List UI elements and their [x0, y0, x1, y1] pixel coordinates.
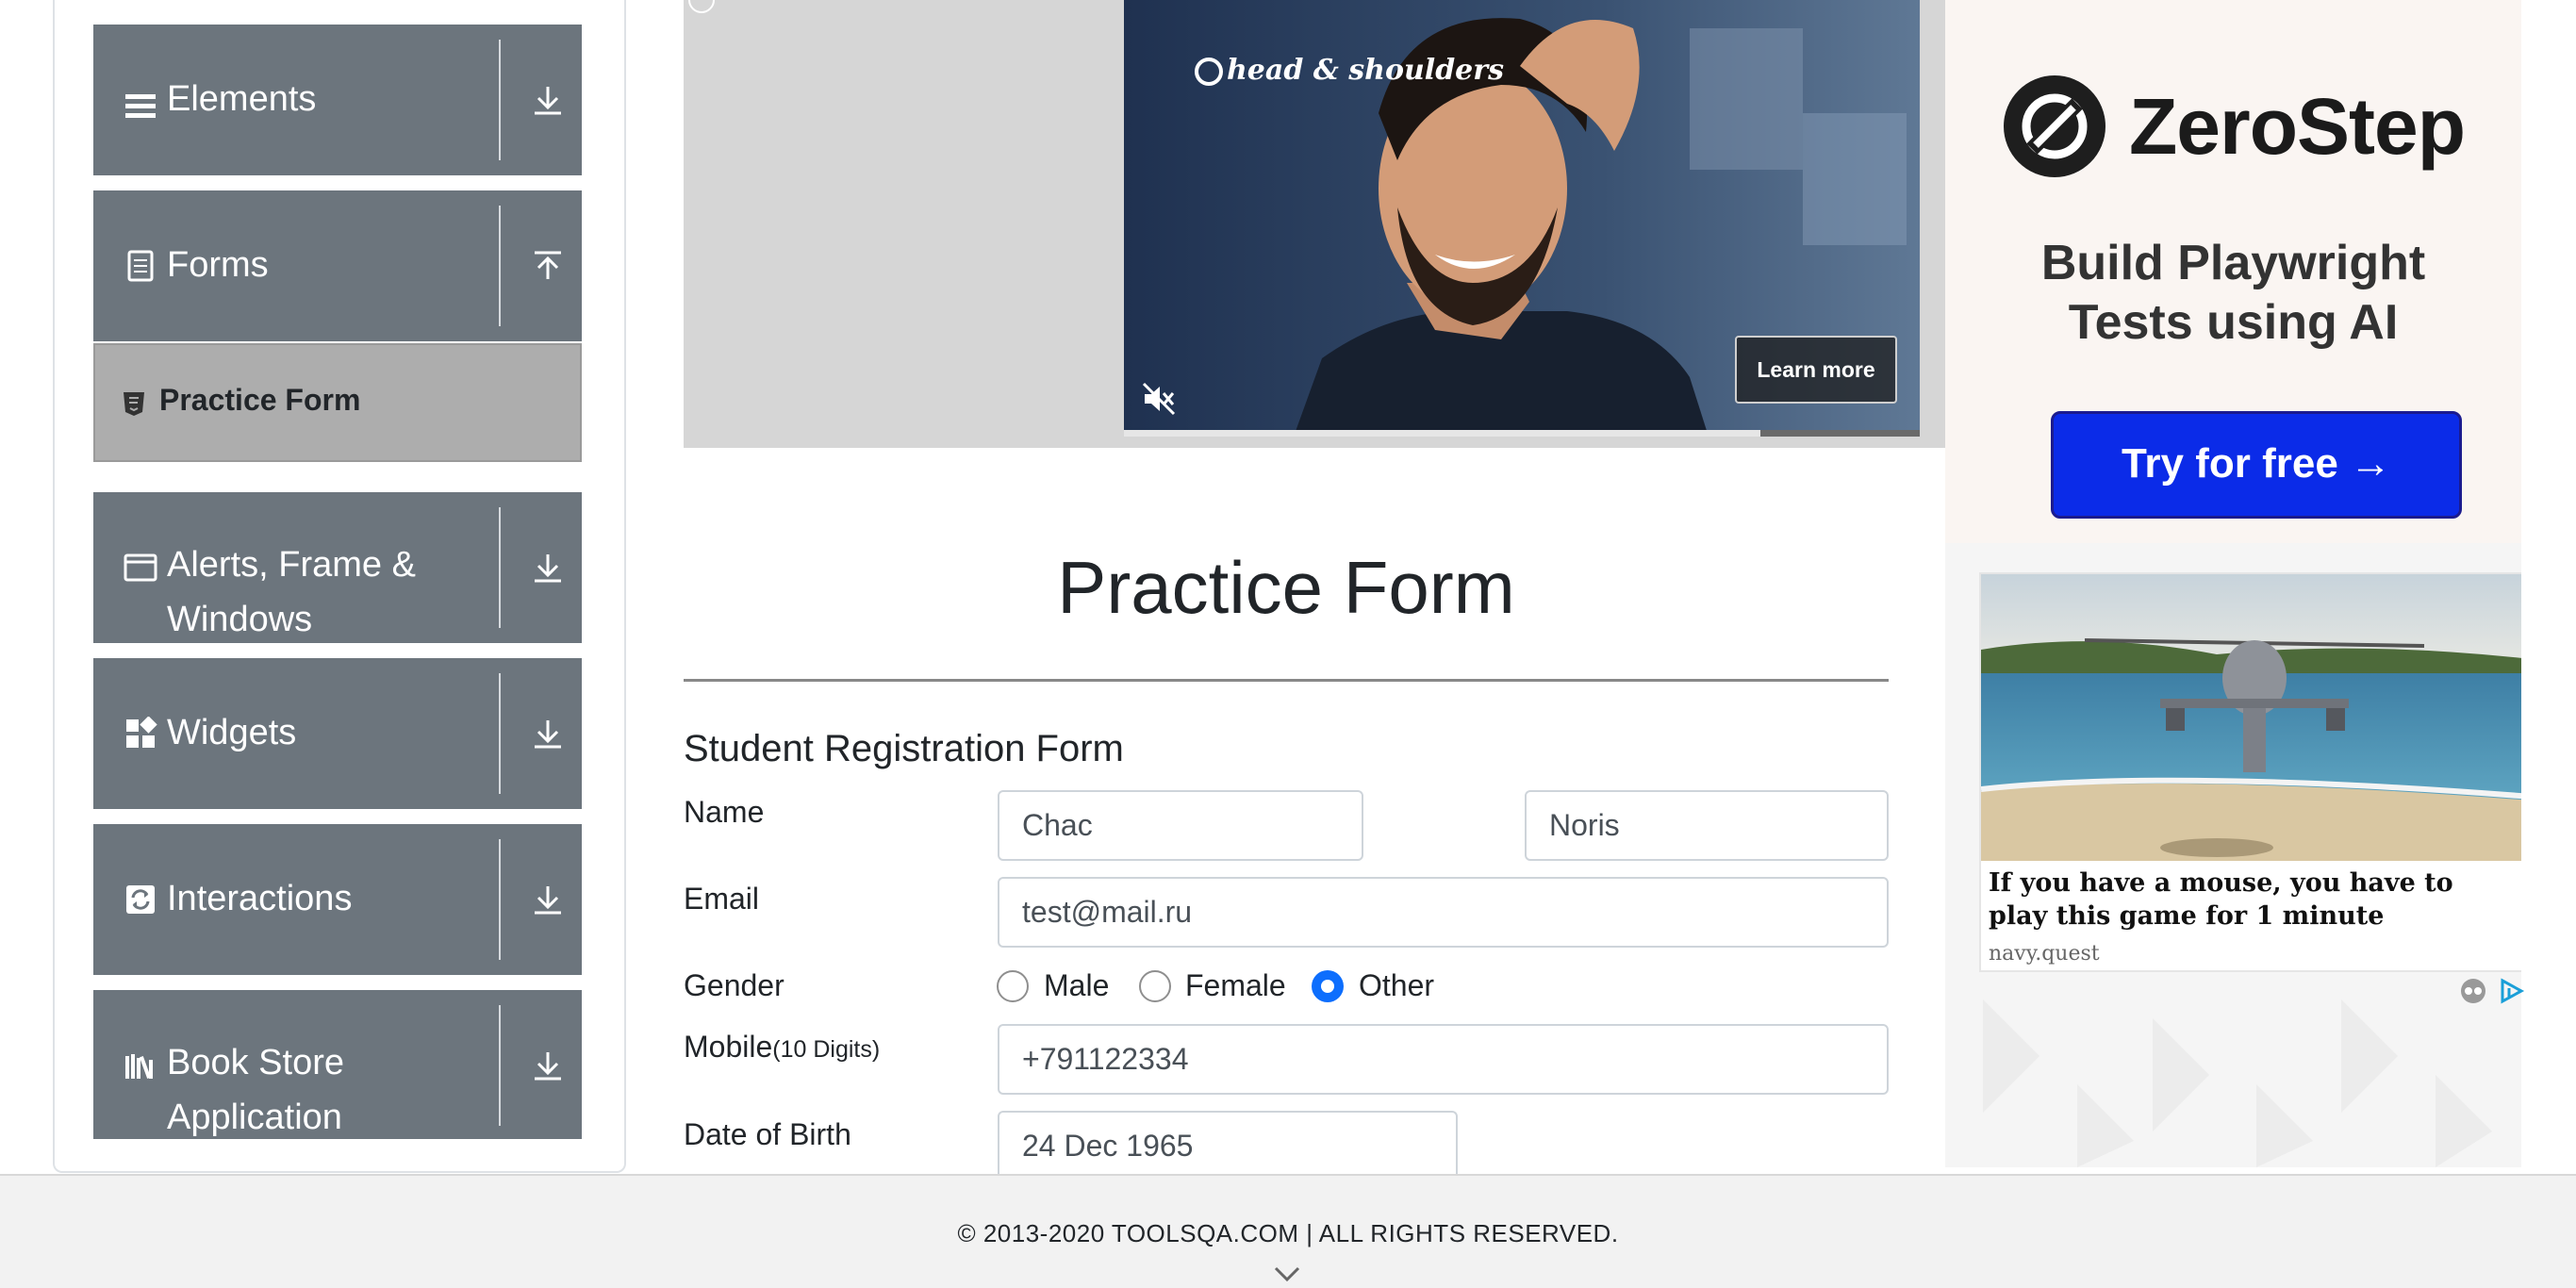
- email-input[interactable]: test@mail.ru: [998, 877, 1889, 948]
- gender-male-radio[interactable]: [997, 970, 1029, 1002]
- last-name-input[interactable]: Noris: [1525, 790, 1889, 861]
- sidebar-group-book-store[interactable]: Book Store Application: [93, 990, 582, 1139]
- video-ad-player[interactable]: head & shoulders Learn more: [1124, 0, 1920, 437]
- group-separator: [499, 40, 501, 160]
- sidebar-group-label: Book Store Application: [167, 1043, 344, 1137]
- helicopter-ad-image: [1981, 574, 2521, 861]
- page-footer: © 2013-2020 TOOLSQA.COM | ALL RIGHTS RES…: [0, 1174, 2576, 1288]
- mobile-hint: (10 Digits): [772, 1036, 881, 1063]
- group-separator: [499, 507, 501, 628]
- sidebar-group-alerts-frame-windows[interactable]: Alerts, Frame & Windows: [93, 492, 582, 643]
- sidebar-item-practice-form[interactable]: Practice Form: [93, 343, 582, 462]
- gender-other-label[interactable]: Other: [1359, 968, 1434, 1003]
- sidebar-group-label: Widgets: [167, 713, 297, 752]
- refresh-square-icon: [124, 883, 157, 916]
- form-heading: Student Registration Form: [684, 728, 1124, 769]
- download-arrow-icon[interactable]: [529, 1047, 567, 1084]
- sidebar-group-widgets[interactable]: Widgets: [93, 658, 582, 809]
- download-arrow-icon[interactable]: [529, 549, 567, 586]
- widgets-grid-icon: [124, 717, 157, 751]
- ad-card-source: navy.quest: [1989, 942, 2100, 966]
- native-ad-card[interactable]: If you have a mouse, you have to play th…: [1979, 572, 2521, 972]
- document-icon: [124, 249, 157, 283]
- first-name-input[interactable]: Chac: [998, 790, 1363, 861]
- zerostep-brand-name: ZeroStep: [2129, 82, 2466, 171]
- gender-female-radio[interactable]: [1139, 970, 1171, 1002]
- date-of-birth-input[interactable]: 24 Dec 1965: [998, 1111, 1458, 1181]
- adchoices-icon[interactable]: [2497, 977, 2525, 1005]
- zerostep-logo-icon: [2004, 75, 2105, 177]
- gender-male-label[interactable]: Male: [1044, 968, 1109, 1003]
- group-separator: [499, 1005, 501, 1126]
- gender-other-radio[interactable]: [1312, 970, 1344, 1002]
- browser-window-icon: [124, 551, 157, 585]
- download-arrow-icon[interactable]: [529, 715, 567, 752]
- sidebar-group-label: Forms: [167, 245, 269, 285]
- download-arrow-icon[interactable]: [529, 81, 567, 119]
- ad-card-title[interactable]: If you have a mouse, you have to play th…: [1989, 867, 2517, 933]
- gender-label: Gender: [684, 968, 784, 1002]
- learn-more-button[interactable]: Learn more: [1735, 336, 1897, 404]
- mobile-label: Mobile(10 Digits): [684, 1030, 880, 1065]
- brand-logo: head & shoulders: [1195, 57, 1504, 86]
- sidebar-group-forms[interactable]: Forms: [93, 190, 582, 341]
- menu-lines-icon: [124, 89, 157, 123]
- sidebar-group-elements[interactable]: Elements: [93, 25, 582, 175]
- title-divider: [684, 679, 1889, 682]
- group-separator: [499, 673, 501, 794]
- ad-privacy-icon[interactable]: [2459, 977, 2487, 1005]
- html5-shield-icon: [122, 390, 146, 417]
- page-title: Practice Form: [1057, 546, 1515, 629]
- date-of-birth-label: Date of Birth: [684, 1117, 851, 1151]
- sidebar-group-label: Interactions: [167, 879, 353, 918]
- gender-female-label[interactable]: Female: [1185, 968, 1286, 1003]
- try-for-free-button[interactable]: Try for free →: [2051, 411, 2462, 519]
- mobile-input[interactable]: +791122334: [998, 1024, 1889, 1095]
- video-progress-fill: [1124, 430, 1761, 437]
- chevron-down-icon[interactable]: [1273, 1264, 1301, 1283]
- muted-speaker-icon[interactable]: [1141, 381, 1177, 417]
- side-ad-column: ZeroStep Build Playwright Tests using AI…: [1945, 0, 2521, 1167]
- group-separator: [499, 839, 501, 960]
- footer-copyright: © 2013-2020 TOOLSQA.COM | ALL RIGHTS RES…: [957, 1219, 1619, 1247]
- video-progress-bar[interactable]: [1124, 430, 1920, 437]
- zerostep-tagline: Build Playwright Tests using AI: [2040, 236, 2426, 350]
- sidebar-group-label: Alerts, Frame & Windows: [167, 545, 416, 639]
- sidebar-group-interactions[interactable]: Interactions: [93, 824, 582, 975]
- zerostep-ad[interactable]: ZeroStep Build Playwright Tests using AI…: [1945, 0, 2521, 543]
- download-arrow-icon[interactable]: [529, 881, 567, 918]
- name-label: Name: [684, 795, 765, 829]
- mobile-label-text: Mobile: [684, 1030, 773, 1064]
- upload-arrow-icon[interactable]: [529, 247, 567, 285]
- sidebar-group-label: Elements: [167, 79, 317, 119]
- group-separator: [499, 206, 501, 326]
- sidebar-item-label: Practice Form: [159, 383, 361, 417]
- email-label: Email: [684, 882, 760, 916]
- books-icon: [124, 1049, 157, 1082]
